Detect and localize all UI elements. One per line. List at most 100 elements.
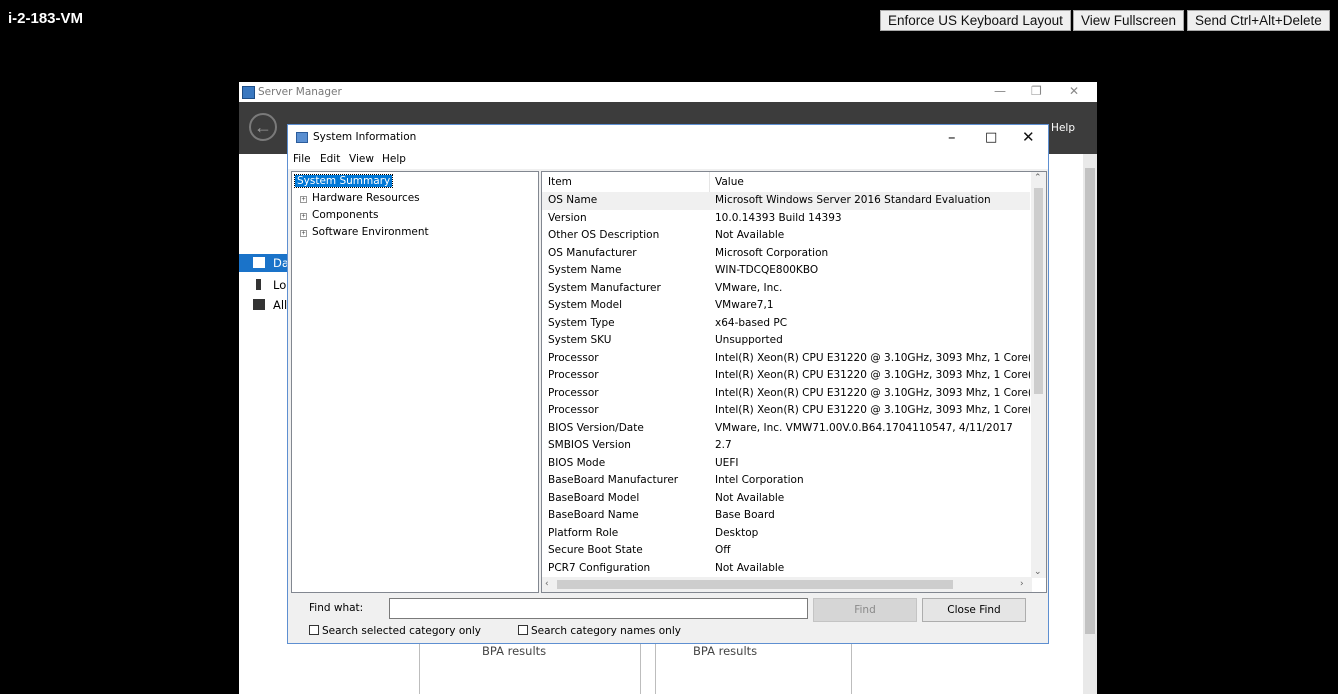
checkbox-box[interactable]: [518, 625, 528, 635]
row-value: 10.0.14393 Build 14393: [715, 211, 842, 224]
maximize-icon[interactable]: □: [985, 130, 997, 145]
row-value: UEFI: [715, 456, 739, 469]
row-value: Intel Corporation: [715, 474, 804, 486]
vertical-scrollbar[interactable]: ⌃ ⌄: [1031, 172, 1046, 578]
table-row[interactable]: Processor Intel(R) Xeon(R) CPU E31220 @ 3…: [542, 367, 1030, 385]
server-manager-scrollbar[interactable]: [1083, 154, 1097, 694]
column-header-item[interactable]: Item: [548, 176, 572, 188]
row-item: System Manufacturer: [548, 281, 661, 294]
row-value: Intel(R) Xeon(R) CPU E31220 @ 3.10GHz, 3…: [715, 386, 1030, 399]
table-row[interactable]: Other OS Description Not Available: [542, 227, 1030, 245]
row-item: System Name: [548, 264, 622, 276]
minimize-icon[interactable]: –: [948, 128, 956, 146]
tree-item-system-summary[interactable]: System Summary: [293, 174, 394, 188]
row-value: VMware, Inc.: [715, 281, 783, 294]
search-category-names-checkbox[interactable]: Search category names only: [518, 625, 681, 637]
table-row[interactable]: BaseBoard Model Not Available: [542, 490, 1030, 508]
expand-icon[interactable]: +: [300, 196, 307, 203]
expand-icon[interactable]: +: [300, 213, 307, 220]
row-item: Processor: [548, 404, 599, 416]
table-row[interactable]: System Type x64-based PC: [542, 315, 1030, 333]
table-row[interactable]: Platform Role Desktop: [542, 525, 1030, 543]
menu-view[interactable]: View: [349, 153, 374, 165]
row-item: Other OS Description: [548, 229, 660, 241]
scroll-thumb[interactable]: [557, 580, 953, 589]
back-arrow-icon[interactable]: ←: [249, 113, 277, 141]
bpa-results-label[interactable]: BPA results: [693, 644, 757, 658]
table-row[interactable]: Secure Boot State Off: [542, 542, 1030, 560]
details-list[interactable]: Item Value OS Name Microsoft Windows Serv…: [541, 171, 1047, 593]
tree-item-hardware-resources[interactable]: Hardware Resources: [312, 192, 420, 204]
row-item: Secure Boot State: [548, 544, 643, 556]
table-row[interactable]: System Manufacturer VMware, Inc.: [542, 280, 1030, 298]
expand-icon[interactable]: +: [300, 230, 307, 237]
checkbox-box[interactable]: [309, 625, 319, 635]
table-row[interactable]: Version 10.0.14393 Build 14393: [542, 210, 1030, 228]
row-item: BaseBoard Name: [548, 509, 639, 521]
table-row[interactable]: PCR7 Configuration Not Available: [542, 560, 1030, 578]
nav-item-dashboard[interactable]: Da: [239, 254, 289, 272]
table-row[interactable]: OS Name Microsoft Windows Server 2016 Sta…: [542, 192, 1030, 210]
search-selected-category-checkbox[interactable]: Search selected category only: [309, 625, 481, 637]
find-what-input[interactable]: [389, 598, 808, 619]
send-ctrl-alt-delete-button[interactable]: Send Ctrl+Alt+Delete: [1187, 10, 1330, 31]
row-value: WIN-TDCQE800KBO: [715, 264, 819, 276]
bpa-results-label[interactable]: BPA results: [482, 644, 546, 658]
view-fullscreen-button[interactable]: View Fullscreen: [1073, 10, 1185, 31]
scroll-left-icon[interactable]: ‹: [545, 579, 549, 589]
column-divider[interactable]: [709, 172, 710, 192]
scroll-thumb[interactable]: [1034, 188, 1043, 394]
row-value: VMware, Inc. VMW71.00V.0.B64.1704110547,…: [715, 421, 1013, 434]
table-row[interactable]: SMBIOS Version 2.7: [542, 437, 1030, 455]
row-item: Processor: [548, 369, 599, 381]
category-tree[interactable]: System Summary + Hardware Resources + Co…: [291, 171, 539, 593]
row-item: BaseBoard Manufacturer: [548, 474, 679, 486]
table-row[interactable]: Processor Intel(R) Xeon(R) CPU E31220 @ 3…: [542, 385, 1030, 403]
row-item: SMBIOS Version: [548, 439, 631, 451]
scroll-right-icon[interactable]: ›: [1020, 579, 1024, 589]
row-item: System Type: [548, 316, 615, 329]
system-information-titlebar: System Information – □ ✕: [288, 125, 1048, 151]
close-icon[interactable]: ✕: [1069, 84, 1079, 98]
nav-item-local-server[interactable]: Lo: [239, 276, 287, 294]
row-value: Intel(R) Xeon(R) CPU E31220 @ 3.10GHz, 3…: [715, 369, 1030, 381]
table-row[interactable]: OS Manufacturer Microsoft Corporation: [542, 245, 1030, 263]
horizontal-scrollbar[interactable]: ‹ ›: [542, 577, 1032, 592]
nav-item-all-servers[interactable]: All: [239, 296, 287, 314]
table-row[interactable]: System Model VMware7,1: [542, 297, 1030, 315]
table-row[interactable]: BaseBoard Name Base Board: [542, 507, 1030, 525]
find-button[interactable]: Find: [813, 598, 917, 622]
row-value: Microsoft Windows Server 2016 Standard E…: [715, 194, 991, 206]
tree-item-software-environment[interactable]: Software Environment: [312, 226, 429, 238]
row-value: x64-based PC: [715, 316, 788, 329]
table-row[interactable]: BaseBoard Manufacturer Intel Corporation: [542, 472, 1030, 490]
close-find-button[interactable]: Close Find: [922, 598, 1026, 622]
vm-name: i-2-183-VM: [8, 10, 84, 27]
scroll-down-icon[interactable]: ⌄: [1034, 567, 1042, 577]
minimize-icon[interactable]: —: [994, 84, 1006, 98]
help-menu[interactable]: Help: [1051, 122, 1075, 134]
table-row[interactable]: Processor Intel(R) Xeon(R) CPU E31220 @ 3…: [542, 402, 1030, 420]
menu-edit[interactable]: Edit: [320, 153, 340, 165]
table-row[interactable]: BIOS Mode UEFI: [542, 455, 1030, 473]
menu-help[interactable]: Help: [382, 153, 406, 165]
column-header-value[interactable]: Value: [715, 176, 744, 188]
table-row[interactable]: System SKU Unsupported: [542, 332, 1030, 350]
row-item: BIOS Mode: [548, 456, 606, 469]
scroll-up-icon[interactable]: ⌃: [1034, 173, 1042, 183]
tree-item-components[interactable]: Components: [312, 209, 378, 221]
system-information-title: System Information: [313, 131, 417, 143]
enforce-us-keyboard-button[interactable]: Enforce US Keyboard Layout: [880, 10, 1071, 31]
row-value: Desktop: [715, 526, 759, 539]
row-value: Not Available: [715, 491, 785, 504]
server-manager-titlebar: Server Manager — ❐ ✕: [239, 82, 1097, 102]
restore-icon[interactable]: ❐: [1031, 84, 1042, 98]
row-value: Not Available: [715, 561, 785, 574]
menu-file[interactable]: File: [293, 153, 311, 165]
table-row[interactable]: System Name WIN-TDCQE800KBO: [542, 262, 1030, 280]
table-row[interactable]: BIOS Version/Date VMware, Inc. VMW71.00V.…: [542, 420, 1030, 438]
system-information-window: System Information – □ ✕ File Edit View …: [287, 124, 1049, 644]
close-icon[interactable]: ✕: [1022, 128, 1035, 146]
row-value: Microsoft Corporation: [715, 246, 829, 259]
table-row[interactable]: Processor Intel(R) Xeon(R) CPU E31220 @ 3…: [542, 350, 1030, 368]
